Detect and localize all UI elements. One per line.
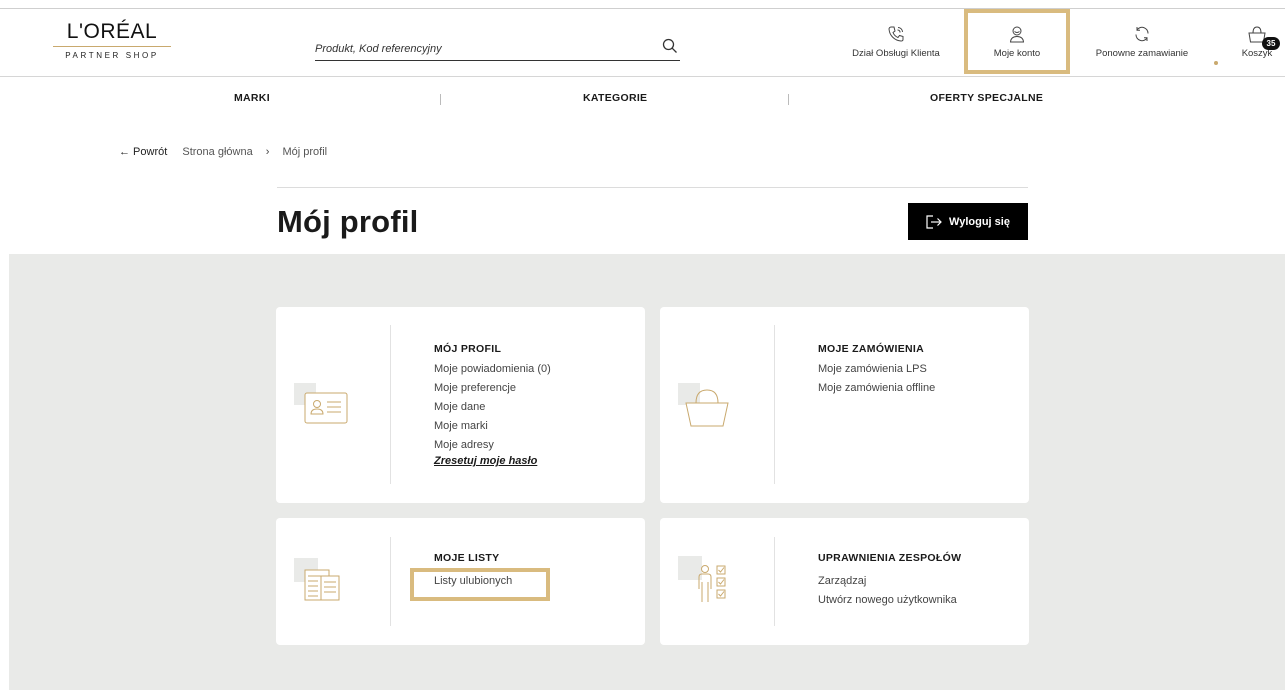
logo-rule bbox=[53, 46, 171, 47]
separator-dot bbox=[1214, 61, 1218, 65]
card-divider bbox=[390, 325, 391, 484]
card-my-orders: MOJE ZAMÓWIENIA Moje zamówienia LPS Moje… bbox=[660, 307, 1029, 503]
nav-brands[interactable]: MARKI bbox=[234, 92, 270, 104]
customer-service-label: Dział Obsługi Klienta bbox=[852, 48, 940, 59]
link-lps-orders[interactable]: Moje zamówienia LPS bbox=[818, 360, 935, 379]
search-input[interactable] bbox=[315, 37, 645, 61]
card-divider bbox=[774, 325, 775, 484]
link-my-addresses[interactable]: Moje adresy bbox=[434, 436, 551, 455]
id-card-icon bbox=[294, 383, 348, 424]
card-links: Zarządzaj Utwórz nowego użytkownika bbox=[818, 572, 957, 610]
card-my-lists: MOJE LISTY Listy ulubionych bbox=[276, 518, 645, 645]
link-preferences[interactable]: Moje preferencje bbox=[434, 379, 551, 398]
documents-icon bbox=[294, 558, 340, 601]
breadcrumb: ← Powrót Strona główna › Mój profil bbox=[119, 146, 327, 158]
link-create-user[interactable]: Utwórz nowego użytkownika bbox=[818, 591, 957, 610]
card-title: MÓJ PROFIL bbox=[434, 343, 502, 355]
link-my-brands[interactable]: Moje marki bbox=[434, 417, 551, 436]
nav-separator bbox=[440, 94, 441, 105]
back-link[interactable]: ← Powrót bbox=[119, 146, 167, 158]
card-title: MOJE LISTY bbox=[434, 552, 500, 564]
card-title: UPRAWNIENIA ZESPOŁÓW bbox=[818, 552, 962, 564]
search-icon[interactable] bbox=[662, 38, 678, 54]
logo-subtitle: PARTNER SHOP bbox=[65, 51, 159, 60]
card-my-profile: MÓJ PROFIL Moje powiadomienia (0) Moje p… bbox=[276, 307, 645, 503]
card-team-permissions: UPRAWNIENIA ZESPOŁÓW Zarządzaj Utwórz no… bbox=[660, 518, 1029, 645]
favourite-lists-highlight bbox=[410, 568, 550, 601]
account-section: MÓJ PROFIL Moje powiadomienia (0) Moje p… bbox=[9, 254, 1285, 690]
card-links: Moje zamówienia LPS Moje zamówienia offl… bbox=[818, 360, 935, 398]
basket-icon bbox=[678, 383, 729, 427]
card-links: Moje powiadomienia (0) Moje preferencje … bbox=[434, 360, 551, 467]
search-bar bbox=[315, 33, 680, 61]
breadcrumb-home[interactable]: Strona główna bbox=[182, 146, 252, 158]
customer-service-link[interactable]: Dział Obsługi Klienta bbox=[845, 23, 947, 75]
nav-special-offers[interactable]: OFERTY SPECJALNE bbox=[930, 92, 1043, 104]
my-account-highlight bbox=[964, 9, 1070, 74]
link-notifications[interactable]: Moje powiadomienia (0) bbox=[434, 360, 551, 379]
breadcrumb-separator: › bbox=[265, 146, 270, 158]
card-divider bbox=[390, 537, 391, 626]
card-divider bbox=[774, 537, 775, 626]
page-title: Mój profil bbox=[277, 204, 419, 239]
logout-icon bbox=[926, 214, 942, 229]
link-manage[interactable]: Zarządzaj bbox=[818, 572, 957, 591]
reorder-link[interactable]: Ponowne zamawianie bbox=[1088, 23, 1196, 75]
card-title: MOJE ZAMÓWIENIA bbox=[818, 343, 924, 355]
refresh-icon bbox=[1135, 26, 1149, 42]
logout-label: Wyloguj się bbox=[949, 215, 1010, 228]
main-nav: MARKI KATEGORIE OFERTY SPECJALNE bbox=[0, 78, 1285, 118]
link-offline-orders[interactable]: Moje zamówienia offline bbox=[818, 379, 935, 398]
site-header: L'ORÉAL PARTNER SHOP Dział Obsługi Klien… bbox=[0, 9, 1285, 77]
team-checklist-icon bbox=[678, 556, 726, 602]
link-reset-password[interactable]: Zresetuj moje hasło bbox=[434, 455, 551, 467]
nav-separator bbox=[788, 94, 789, 105]
logo-wordmark: L'ORÉAL bbox=[66, 20, 158, 43]
phone-icon bbox=[888, 26, 904, 42]
reorder-label: Ponowne zamawianie bbox=[1095, 48, 1189, 59]
cart-count-badge: 35 bbox=[1262, 37, 1280, 50]
breadcrumb-current: Mój profil bbox=[282, 146, 328, 158]
link-my-data[interactable]: Moje dane bbox=[434, 398, 551, 417]
loreal-logo[interactable]: L'ORÉAL PARTNER SHOP bbox=[53, 21, 171, 60]
nav-categories[interactable]: KATEGORIE bbox=[583, 92, 647, 104]
title-divider bbox=[277, 187, 1028, 188]
logout-button[interactable]: Wyloguj się bbox=[908, 203, 1028, 240]
